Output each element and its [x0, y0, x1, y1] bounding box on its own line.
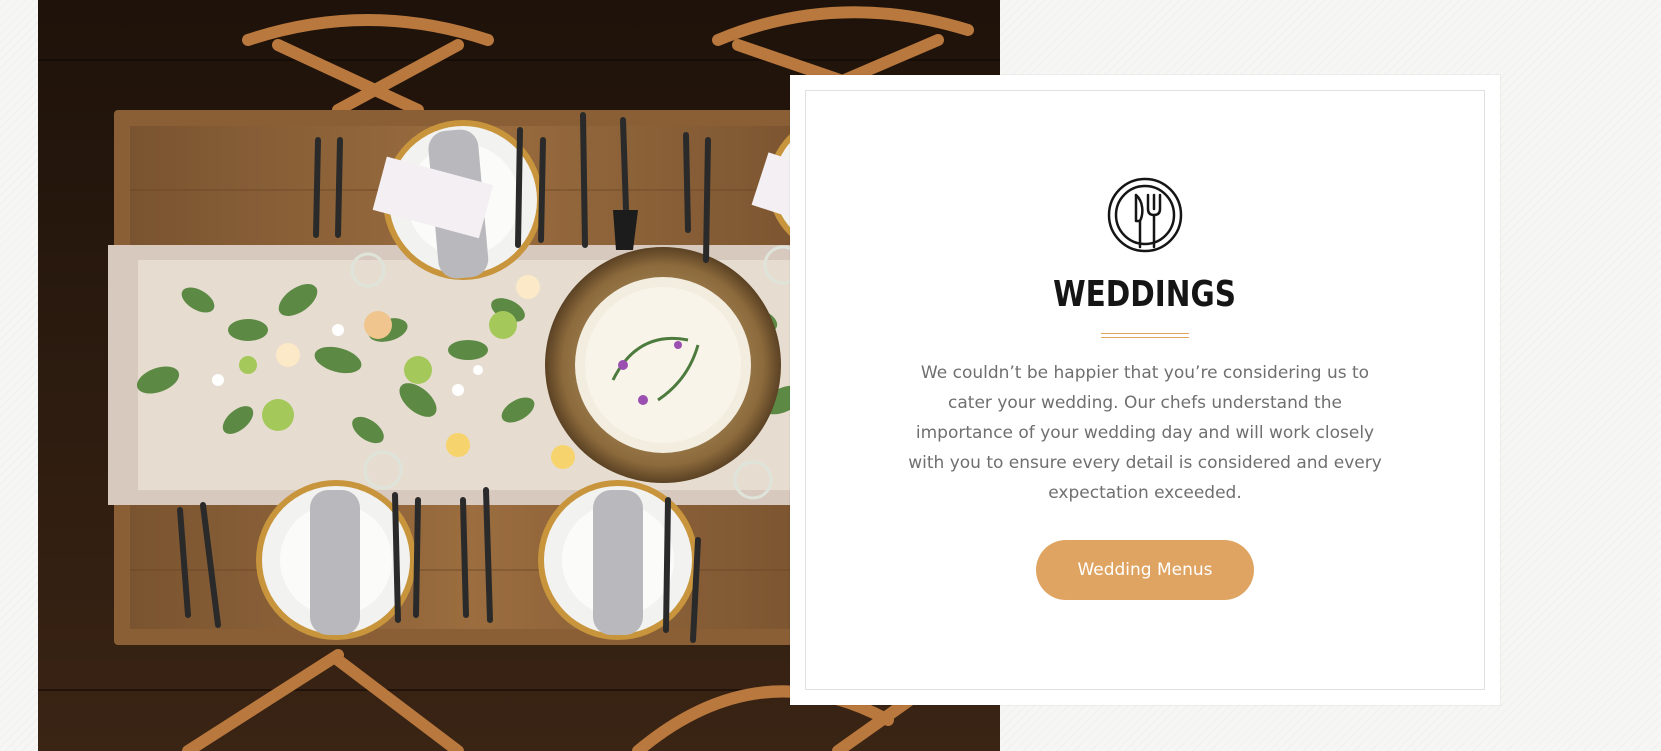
wedding-menus-button[interactable]: Wedding Menus	[1036, 540, 1254, 600]
weddings-card-inner: WEDDINGS We couldn’t be happier that you…	[805, 90, 1485, 690]
weddings-card: WEDDINGS We couldn’t be happier that you…	[790, 75, 1500, 705]
card-description: We couldn’t be happier that you’re consi…	[908, 363, 1382, 503]
card-title: WEDDINGS	[1053, 274, 1237, 315]
plate-fork-knife-icon	[1107, 177, 1183, 253]
title-divider	[1101, 333, 1189, 338]
